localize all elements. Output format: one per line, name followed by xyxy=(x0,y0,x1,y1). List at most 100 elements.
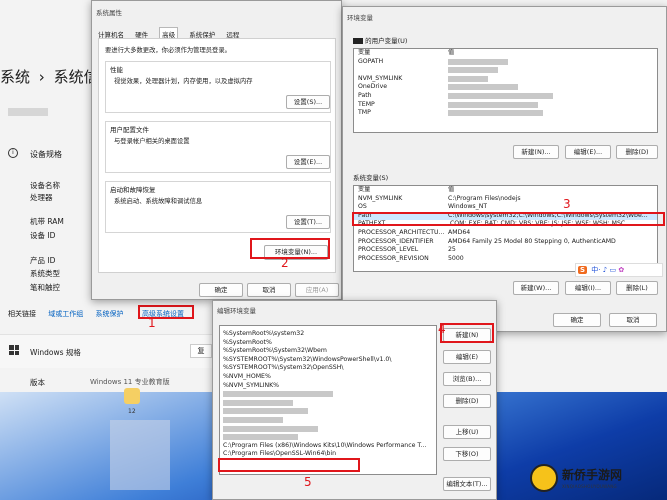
highlight-advanced-settings xyxy=(138,305,194,319)
path-entry-blurred[interactable] xyxy=(220,416,436,425)
value-blur xyxy=(448,92,553,99)
path-entry[interactable]: %SYSTEMROOT%\System32\WindowsPowerShell\… xyxy=(220,356,436,365)
path-entry-blurred[interactable] xyxy=(220,390,436,399)
spec-label-0: 设备名称 xyxy=(30,181,60,190)
path-entry[interactable]: C:\Program Files (x86)\Windows Kits\10\W… xyxy=(220,442,436,451)
value-blur xyxy=(448,110,543,117)
entry-blur xyxy=(223,425,318,432)
table-row[interactable]: NVM_SYMLINK xyxy=(354,75,657,84)
spec-label-6: 笔和触控 xyxy=(30,283,60,292)
taskbar-app-icon[interactable] xyxy=(124,388,140,404)
spec-label-4: 产品 ID xyxy=(30,256,56,265)
link-domain-workgroup[interactable]: 域或工作组 xyxy=(48,310,83,318)
dialog-title: 系统属性 xyxy=(96,9,122,17)
windows-specs-row: Windows 规格 复 xyxy=(0,334,215,368)
ime-toolbar[interactable]: S 中· ♪ ▭ ✿ xyxy=(575,263,663,277)
table-row[interactable]: PROCESSOR_IDENTIFIER AMD64 Family 25 Mode… xyxy=(354,238,657,247)
table-row[interactable]: OS Windows_NT xyxy=(354,203,657,212)
value-blur xyxy=(448,84,518,91)
spec-label-5: 系统类型 xyxy=(30,269,60,278)
system-vars-list[interactable]: 变量 值 NVM_SYMLINK C:\Program Files\nodejs O… xyxy=(353,185,658,272)
user-vars-label: 的用户变量(U) xyxy=(353,35,407,45)
table-row[interactable] xyxy=(354,66,657,75)
table-row[interactable]: TMP xyxy=(354,109,657,118)
path-entry-blurred[interactable] xyxy=(220,399,436,408)
user-edit-button[interactable]: 编辑(E)... xyxy=(565,145,611,159)
env-cancel-button[interactable]: 取消 xyxy=(609,313,657,327)
table-row[interactable]: NVM_SYMLINK C:\Program Files\nodejs xyxy=(354,195,657,204)
var-name: PROCESSOR_IDENTIFIER xyxy=(358,237,434,245)
path-entry[interactable]: %SystemRoot% xyxy=(220,339,436,348)
entry-blur xyxy=(223,434,298,441)
system-delete-button[interactable]: 删除(L) xyxy=(616,281,658,295)
highlight-new-button xyxy=(440,323,494,343)
watermark-subtext: XINQIAOSHOUYOUWANG xyxy=(562,484,617,489)
path-entry-blurred[interactable] xyxy=(220,407,436,416)
cancel-button[interactable]: 取消 xyxy=(247,283,291,297)
watermark-logo: 新侨手游网 XINQIAOSHOUYOUWANG xyxy=(528,462,663,496)
table-row[interactable]: GOPATH xyxy=(354,58,657,67)
system-edit-button[interactable]: 编辑(I)... xyxy=(565,281,611,295)
user-new-button[interactable]: 新建(N)... xyxy=(513,145,559,159)
performance-settings-button[interactable]: 设置(S)... xyxy=(286,95,330,109)
related-links-label: 相关链接 xyxy=(8,310,36,318)
var-name: TMP xyxy=(358,109,371,117)
path-entry-blurred[interactable] xyxy=(220,433,436,442)
path-entry[interactable]: %SystemRoot%\system32 xyxy=(220,330,436,339)
path-entry[interactable]: %NVM_SYMLINK% xyxy=(220,382,436,391)
edition-value: Windows 11 专业教育版 xyxy=(90,378,170,386)
var-value: 25 xyxy=(448,246,456,254)
user-delete-button[interactable]: 删除(D) xyxy=(616,145,658,159)
path-entry[interactable]: %SYSTEMROOT%\System32\OpenSSH\ xyxy=(220,364,436,373)
edit-delete-button[interactable]: 删除(D) xyxy=(443,394,491,408)
user-vars-list[interactable]: 变量 值 GOPATH NVM_SYMLINK OneDrive Path TEM… xyxy=(353,48,658,133)
desktop-blur-area xyxy=(110,420,170,490)
breadcrumb-system[interactable]: 系统 xyxy=(0,68,30,86)
col-variable: 变量 xyxy=(358,49,371,56)
var-name: OneDrive xyxy=(358,83,388,91)
table-row[interactable]: OneDrive xyxy=(354,83,657,92)
move-down-button[interactable]: 下移(O) xyxy=(443,447,491,461)
device-name-blur xyxy=(8,108,48,116)
env-ok-button[interactable]: 确定 xyxy=(553,313,601,327)
annotation-3: 3 xyxy=(563,197,571,211)
edit-dialog-title: 编辑环境变量 xyxy=(217,307,256,315)
system-new-button[interactable]: 新建(W)... xyxy=(513,281,559,295)
performance-desc: 视觉效果，处理器计划，内存使用，以及虚拟内存 xyxy=(114,78,253,85)
copy-button[interactable]: 复 xyxy=(190,344,212,358)
entry-blur xyxy=(223,399,293,406)
table-row[interactable]: PROCESSOR_LEVEL 25 xyxy=(354,246,657,255)
var-name xyxy=(354,66,448,75)
value-blur xyxy=(448,75,488,82)
edit-edit-button[interactable]: 编辑(E) xyxy=(443,350,491,364)
var-name: PROCESSOR_REVISION xyxy=(358,254,429,262)
table-row[interactable]: TEMP xyxy=(354,101,657,110)
profiles-settings-button[interactable]: 设置(E)... xyxy=(286,155,330,169)
path-entry[interactable]: %SystemRoot%\System32\Wbem xyxy=(220,347,436,356)
col-value: 值 xyxy=(448,186,455,193)
var-name: GOPATH xyxy=(358,57,384,65)
var-name: TEMP xyxy=(358,100,375,108)
var-name: PROCESSOR_LEVEL xyxy=(358,246,419,254)
table-row[interactable]: Path xyxy=(354,92,657,101)
windows-specs-title: Windows 规格 xyxy=(30,348,81,357)
edit-text-button[interactable]: 编辑文本(T)... xyxy=(443,477,491,491)
edit-browse-button[interactable]: 浏览(B)... xyxy=(443,372,491,386)
move-up-button[interactable]: 上移(U) xyxy=(443,425,491,439)
table-row[interactable]: PROCESSOR_ARCHITECTU... AMD64 xyxy=(354,229,657,238)
apply-button[interactable]: 应用(A) xyxy=(295,283,339,297)
path-entry-blurred[interactable] xyxy=(220,425,436,434)
link-system-protection[interactable]: 系统保护 xyxy=(95,310,123,318)
spec-label-1: 处理器 xyxy=(30,193,53,202)
profiles-desc: 与登录帐户相关的桌面设置 xyxy=(114,138,190,145)
startup-settings-button[interactable]: 设置(T)... xyxy=(286,215,330,229)
env-dialog-title: 环境变量 xyxy=(347,14,373,22)
ok-button[interactable]: 确定 xyxy=(199,283,243,297)
var-name: NVM_SYMLINK xyxy=(358,74,403,82)
username-blur xyxy=(353,38,363,44)
path-entries-list[interactable]: %SystemRoot%\system32 %SystemRoot% %Syst… xyxy=(219,325,437,475)
var-value: Windows_NT xyxy=(448,203,488,211)
path-entry[interactable]: %NVM_HOME% xyxy=(220,373,436,382)
related-links: 相关链接 域或工作组 系统保护 xyxy=(8,309,123,319)
device-specs-header[interactable]: i 设备规格 xyxy=(0,140,92,170)
